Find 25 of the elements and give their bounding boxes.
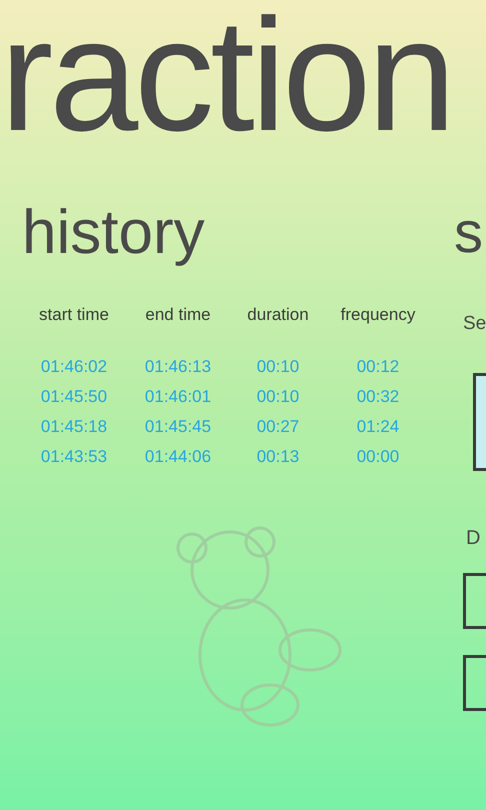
table-cell-text: 00:10 xyxy=(256,356,300,378)
table-cell-text: 00:00 xyxy=(356,446,400,468)
column-header: start time xyxy=(38,304,110,326)
section-title: history xyxy=(22,202,206,264)
table-cell-text: 00:27 xyxy=(256,416,300,438)
table-cell-text: 01:45:45 xyxy=(144,416,212,438)
table-cell-text: 01:45:50 xyxy=(40,386,108,408)
table-cell-text: 01:45:18 xyxy=(40,416,108,438)
table-cell-text: 01:44:06 xyxy=(144,446,212,468)
field-label: Se xyxy=(463,312,486,336)
table-cell-text: 01:46:01 xyxy=(144,386,212,408)
panorama-title: raction xyxy=(0,0,452,150)
column-header: duration xyxy=(246,304,310,326)
table-cell-text: 00:32 xyxy=(356,386,400,408)
table-cell-text: 00:10 xyxy=(256,386,300,408)
table-cell-text: 01:43:53 xyxy=(40,446,108,468)
table-cell-text: 01:46:13 xyxy=(144,356,212,378)
column-header: frequency xyxy=(340,304,416,326)
section-title: s xyxy=(454,204,483,262)
table-cell-text: 01:24 xyxy=(356,416,400,438)
column-header: end time xyxy=(144,304,212,326)
table-cell-text: 00:13 xyxy=(256,446,300,468)
table-cell-text: 01:46:02 xyxy=(40,356,108,378)
field-label: D xyxy=(466,526,480,550)
table-cell-text: 00:12 xyxy=(356,356,400,378)
